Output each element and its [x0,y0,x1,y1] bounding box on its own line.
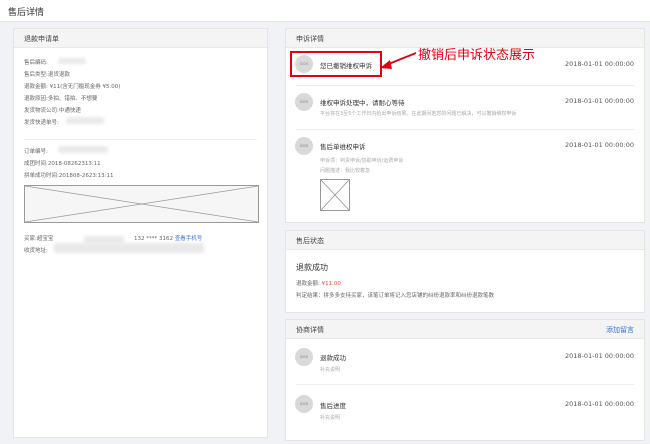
aftersale-type: 售后类型:退货退款 [24,72,70,78]
refund-amount: 退款金额: ¥11(含无门槛现金券 ¥5.00) [24,82,120,90]
status-refund-amount: 退款金额: ¥11.00 [296,279,341,287]
avatar: icon [295,55,313,73]
status-title: 退款成功 [296,263,328,272]
negotiation-item-time: 2018-01-01 00:00:00 [564,400,634,408]
appeal-item-category: 申诉项：判责申诉/协助申诉/运费申诉 [320,158,404,164]
negotiation-item-title: 售后进度 [320,402,346,410]
avatar: icon [295,348,313,366]
tracking-number: 发货快递单号: [24,120,59,126]
aftersale-code: 售后编码: [24,60,48,66]
view-phone-link[interactable]: 查看手机号 [175,236,203,242]
avatar: icon [295,395,313,413]
refund-reason: 退款原因:多拍、错拍、不想要 [24,96,98,102]
status-panel-title: 售后状态 [296,237,324,245]
annotation-text: 撤销后申诉状态展示 [418,48,536,63]
appeal-item-note: 平台将在3至5个工作日内给出申诉结果。在此期间若您的问题已解决，可以撤销维权申诉 [320,111,517,117]
group-created-time: 成团时间:2018-08262313:11 [24,161,101,167]
shipping-address: 收货地址: [24,248,48,254]
status-amount-value: ¥11.00 [321,281,341,287]
appeal-item-description: 问题描述：我比较着急 [320,168,371,174]
appeal-item-time: 2018-01-01 00:00:00 [564,60,634,68]
redacted-address [54,243,204,253]
divider [296,384,634,385]
status-result: 判定结果：拼多多支持买家，该笔订单将记入您店铺的纠纷退款率和纠纷退款笔数 [296,293,495,299]
negotiation-item-note: 补充说明 [320,367,341,373]
negotiation-panel-header: 协商详情 添加留言 [286,320,644,339]
status-panel-header: 售后状态 [286,231,644,250]
status-amount-label: 退款金额: [296,281,320,287]
refund-panel-header: 退款申请单 [14,29,267,48]
avatar: icon [295,137,313,155]
avatar: icon [295,93,313,111]
negotiation-panel-title: 协商详情 [296,326,324,334]
order-number: 订单编号: [24,149,48,155]
divider [296,129,634,130]
status-panel: 售后状态 退款成功 退款金额: ¥11.00 判定结果：拼多多支持买家，该笔订单… [285,230,645,313]
refund-panel: 退款申请单 售后编码: 售后类型:退货退款 退款金额: ¥11(含无门槛现金券 … [13,28,268,438]
divider [24,139,257,140]
refund-amount-rest: 11(含无门槛现金券 ¥5.00) [53,84,121,90]
buyer-name: 买家:超宝宝 [24,236,54,242]
redacted-tracking [66,117,104,124]
annotation-arrow-icon [380,52,417,69]
appeal-item-title: 售后单维权申诉 [320,143,366,151]
shipping-carrier: 发货物流公司:中通快递 [24,108,81,114]
appeal-item-title: 维权申诉处理中，请耐心等待 [320,99,405,107]
negotiation-item-note: 补充说明 [320,415,341,421]
product-image-placeholder [24,185,259,223]
page-title: 售后详情 [8,8,45,18]
negotiation-panel: 协商详情 添加留言 icon 退款成功 2018-01-01 00:00:00 … [285,319,645,441]
top-bar: 售后详情 [0,0,650,22]
refund-amount-prefix: 退款金额: ¥ [24,84,54,90]
divider [296,85,634,86]
appeal-panel-title: 申诉详情 [296,35,324,43]
negotiation-item-time: 2018-01-01 00:00:00 [564,352,634,360]
negotiation-item-title: 退款成功 [320,354,346,362]
appeal-item-time: 2018-01-01 00:00:00 [564,141,634,149]
refund-panel-title: 退款申请单 [24,35,59,43]
group-success-time: 拼单成功时间:201808-2623:13:11 [24,173,114,179]
add-message-link[interactable]: 添加留言 [606,325,634,335]
appeal-item-time: 2018-01-01 00:00:00 [564,97,634,105]
evidence-image-placeholder[interactable] [320,179,350,211]
appeal-item-title: 您已撤销维权申诉 [320,62,372,70]
redacted-code [58,58,86,64]
buyer-phone: 132 **** 3162 查看手机号 [134,234,202,242]
buyer-phone-number: 132 **** 3162 [134,236,173,242]
redacted-order-number [58,146,108,153]
